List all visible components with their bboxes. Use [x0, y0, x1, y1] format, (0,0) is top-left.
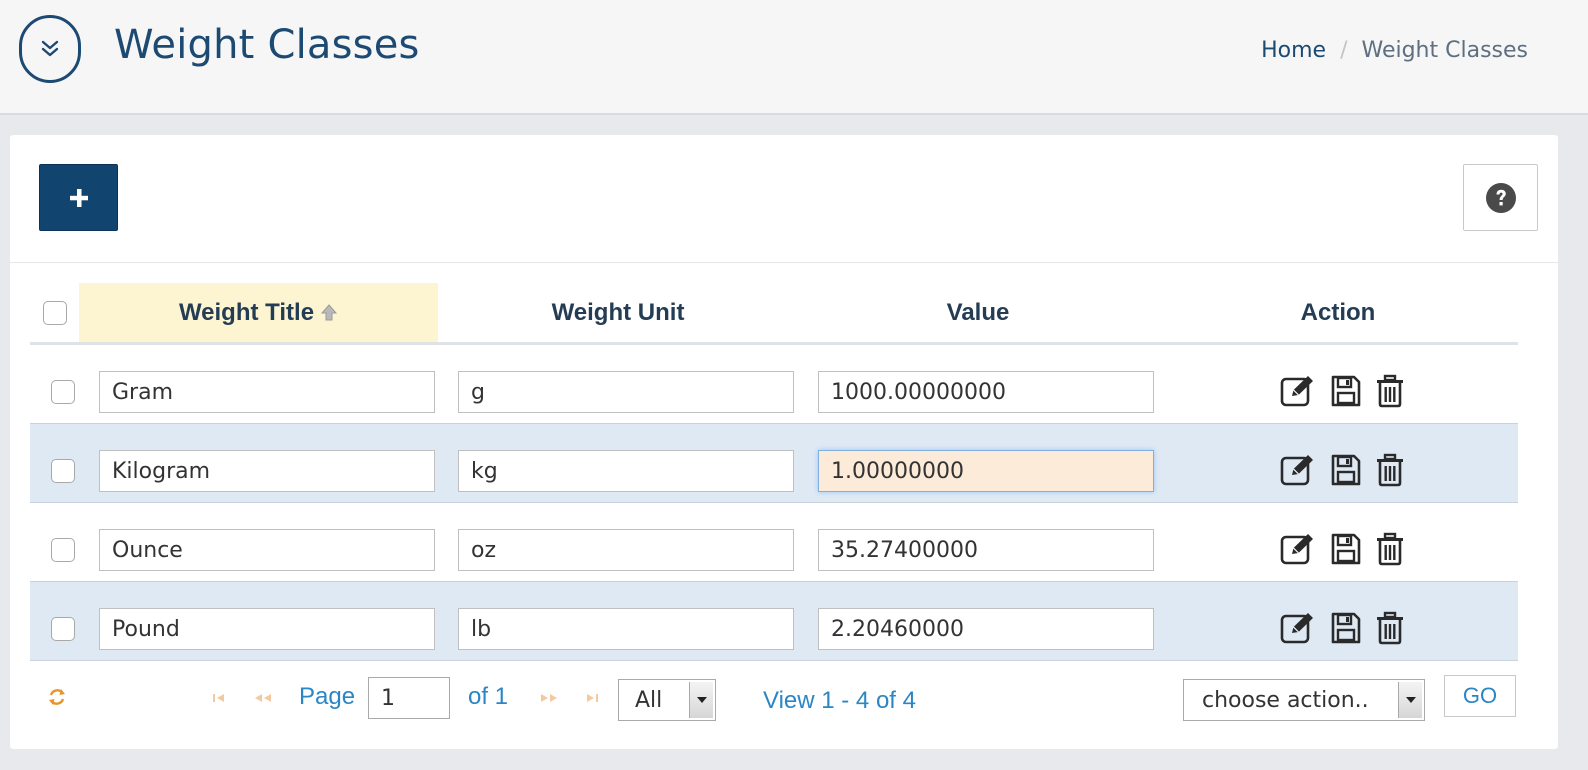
question-circle-icon — [1485, 182, 1517, 214]
row-checkbox[interactable] — [51, 459, 75, 483]
weight-title-input[interactable] — [99, 450, 435, 492]
column-header-action: Action — [1158, 283, 1518, 342]
first-page-icon[interactable] — [210, 691, 230, 705]
page-count-label: of 1 — [468, 683, 509, 710]
weight-classes-grid: Weight Title Weight Unit Value Action — [30, 283, 1518, 661]
page-label: Page — [299, 683, 356, 710]
double-chevron-down-icon — [39, 38, 61, 60]
row-actions — [1280, 529, 1404, 569]
weight-unit-input[interactable] — [458, 450, 794, 492]
row-checkbox[interactable] — [51, 380, 75, 404]
column-header-weight-unit[interactable]: Weight Unit — [438, 283, 798, 342]
page-title: Weight Classes — [114, 22, 420, 68]
weight-title-input[interactable] — [99, 608, 435, 650]
edit-icon[interactable] — [1280, 532, 1316, 566]
rows-per-page-value: All — [635, 687, 663, 713]
weight-value-input[interactable] — [818, 371, 1154, 413]
refresh-icon[interactable] — [46, 686, 68, 708]
breadcrumb-current: Weight Classes — [1361, 38, 1528, 63]
sort-up-arrow-icon — [320, 303, 338, 323]
edit-icon[interactable] — [1280, 611, 1316, 645]
save-icon[interactable] — [1330, 532, 1362, 566]
breadcrumb-home-link[interactable]: Home — [1261, 38, 1326, 63]
row-actions — [1280, 371, 1404, 411]
weight-unit-input[interactable] — [458, 608, 794, 650]
last-page-icon[interactable] — [582, 691, 602, 705]
table-row — [30, 345, 1518, 424]
table-row — [30, 582, 1518, 661]
trash-icon[interactable] — [1376, 374, 1404, 408]
column-header-label: Weight Title — [178, 298, 315, 326]
breadcrumb: Home / Weight Classes — [1261, 38, 1528, 63]
trash-icon[interactable] — [1376, 611, 1404, 645]
top-bar: Weight Classes Home / Weight Classes — [0, 0, 1588, 115]
weight-title-input[interactable] — [99, 371, 435, 413]
table-row — [30, 503, 1518, 582]
edit-icon[interactable] — [1280, 374, 1316, 408]
add-button[interactable] — [39, 164, 118, 231]
breadcrumb-separator: / — [1340, 38, 1348, 63]
previous-page-icon[interactable] — [250, 691, 276, 705]
row-checkbox[interactable] — [51, 538, 75, 562]
column-header-label: Weight Unit — [551, 298, 685, 326]
weight-value-input[interactable] — [818, 450, 1154, 492]
dropdown-arrow-icon — [1398, 682, 1422, 718]
column-header-label: Value — [946, 298, 1010, 326]
bulk-action-value: choose action.. — [1202, 687, 1369, 713]
column-header-weight-title[interactable]: Weight Title — [79, 283, 438, 342]
weight-unit-input[interactable] — [458, 371, 794, 413]
row-checkbox[interactable] — [51, 617, 75, 641]
row-actions — [1280, 450, 1404, 490]
next-page-icon[interactable] — [536, 691, 562, 705]
go-button[interactable]: GO — [1444, 675, 1516, 717]
table-row — [30, 424, 1518, 503]
save-icon[interactable] — [1330, 374, 1362, 408]
rows-per-page-select[interactable]: All — [618, 679, 716, 721]
bulk-action-select[interactable]: choose action.. — [1183, 679, 1425, 721]
plus-icon — [68, 187, 90, 209]
grid-pager: Page of 1 All View 1 - 4 of 4 choose act… — [30, 671, 1518, 731]
column-header-label: Action — [1300, 298, 1376, 326]
menu-toggle-button[interactable] — [19, 15, 81, 83]
grid-body — [30, 345, 1518, 661]
save-icon[interactable] — [1330, 611, 1362, 645]
grid-header: Weight Title Weight Unit Value Action — [30, 283, 1518, 345]
save-icon[interactable] — [1330, 453, 1362, 487]
weight-unit-input[interactable] — [458, 529, 794, 571]
toolbar — [10, 135, 1558, 263]
weight-title-input[interactable] — [99, 529, 435, 571]
view-records-label: View 1 - 4 of 4 — [763, 687, 916, 714]
column-header-value[interactable]: Value — [798, 283, 1158, 342]
help-button[interactable] — [1463, 164, 1538, 231]
row-actions — [1280, 608, 1404, 648]
edit-icon[interactable] — [1280, 453, 1316, 487]
select-all-checkbox[interactable] — [43, 301, 67, 325]
dropdown-arrow-icon — [689, 682, 713, 718]
weight-value-input[interactable] — [818, 608, 1154, 650]
trash-icon[interactable] — [1376, 532, 1404, 566]
trash-icon[interactable] — [1376, 453, 1404, 487]
page-number-input[interactable] — [368, 677, 450, 719]
weight-value-input[interactable] — [818, 529, 1154, 571]
content-panel: Weight Title Weight Unit Value Action Gr… — [10, 135, 1558, 749]
